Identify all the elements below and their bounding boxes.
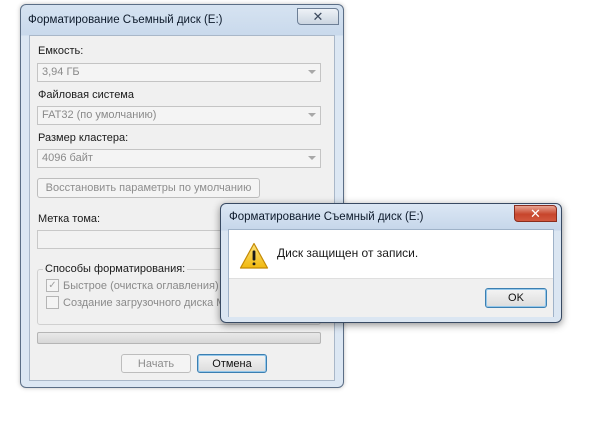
ok-label: OK <box>508 292 524 304</box>
cluster-size-select[interactable]: 4096 байт <box>37 149 321 168</box>
capacity-select[interactable]: 3,94 ГБ <box>37 63 321 82</box>
message-box-footer: OK <box>229 278 553 317</box>
restore-defaults-label: Восстановить параметры по умолчанию <box>45 182 252 194</box>
chevron-down-icon <box>308 113 316 117</box>
message-box-title: Форматирование Съемный диск (E:) <box>229 211 424 223</box>
chevron-down-icon <box>308 70 316 74</box>
boot-disk-label: Создание загрузочного диска MS- <box>63 296 237 309</box>
filesystem-label: Файловая система <box>38 89 134 101</box>
format-dialog-window: Форматирование Съемный диск (E:) ✕ Емкос… <box>20 4 344 388</box>
capacity-value: 3,94 ГБ <box>42 66 80 78</box>
format-dialog-title: Форматирование Съемный диск (E:) <box>28 14 223 26</box>
filesystem-value: FAT32 (по умолчанию) <box>42 109 157 121</box>
quick-format-label: Быстрое (очистка оглавления) <box>63 279 219 292</box>
chevron-down-icon <box>308 156 316 160</box>
cluster-size-value: 4096 байт <box>42 152 93 164</box>
message-box-client: Диск защищен от записи. OK <box>228 229 554 317</box>
ok-button[interactable]: OK <box>485 288 547 308</box>
quick-format-checkbox[interactable]: ✓ Быстрое (очистка оглавления) <box>46 279 219 292</box>
cancel-label: Отмена <box>212 357 252 370</box>
warning-icon <box>239 242 269 269</box>
format-dialog-close-button[interactable]: ✕ <box>297 8 339 25</box>
filesystem-select[interactable]: FAT32 (по умолчанию) <box>37 106 321 125</box>
message-text: Диск защищен от записи. <box>277 246 419 260</box>
close-icon: ✕ <box>530 206 541 221</box>
format-options-legend: Способы форматирования: <box>43 263 188 275</box>
start-button[interactable]: Начать <box>121 354 191 373</box>
cancel-button[interactable]: Отмена <box>197 354 267 373</box>
boot-disk-checkbox[interactable]: Создание загрузочного диска MS- <box>46 296 236 309</box>
message-box-close-button[interactable]: ✕ <box>514 205 557 222</box>
cluster-size-label: Размер кластера: <box>38 132 129 144</box>
format-progress-bar <box>37 332 321 344</box>
volume-label-label: Метка тома: <box>38 213 101 225</box>
start-label: Начать <box>137 357 175 370</box>
capacity-label: Емкость: <box>38 45 84 57</box>
checkmark-icon: ✓ <box>46 279 59 292</box>
checkbox-empty-icon <box>46 296 59 309</box>
error-message-box: Форматирование Съемный диск (E:) ✕ Диск … <box>220 203 562 323</box>
restore-defaults-button[interactable]: Восстановить параметры по умолчанию <box>37 178 260 198</box>
close-icon: ✕ <box>312 9 324 24</box>
